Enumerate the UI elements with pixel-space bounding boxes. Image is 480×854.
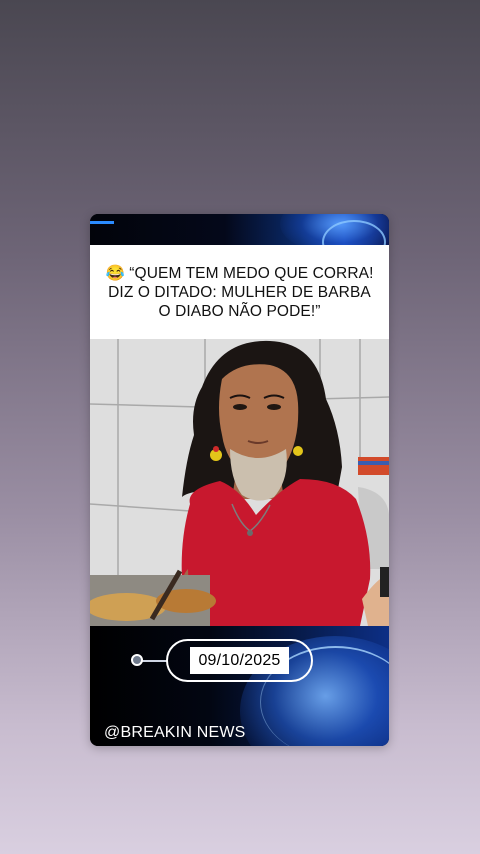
- news-card[interactable]: 😂 “QUEM TEM MEDO QUE CORRA! DIZ O DITADO…: [90, 214, 389, 746]
- news-photo[interactable]: [90, 339, 389, 626]
- bottom-panel: 09/10/2025 @BREAKIN NEWS: [90, 626, 389, 746]
- date-pill: 09/10/2025: [166, 639, 313, 682]
- top-banner: [90, 214, 389, 245]
- date-text: 09/10/2025: [190, 647, 289, 674]
- timeline-dot-icon: [131, 654, 143, 666]
- headline-text: 😂 “QUEM TEM MEDO QUE CORRA! DIZ O DITADO…: [105, 264, 374, 320]
- source-handle[interactable]: @BREAKIN NEWS: [104, 724, 246, 742]
- headline-box: 😂 “QUEM TEM MEDO QUE CORRA! DIZ O DITADO…: [90, 245, 389, 339]
- story-progress-bar: [90, 221, 114, 224]
- photo-illustration: [90, 339, 389, 626]
